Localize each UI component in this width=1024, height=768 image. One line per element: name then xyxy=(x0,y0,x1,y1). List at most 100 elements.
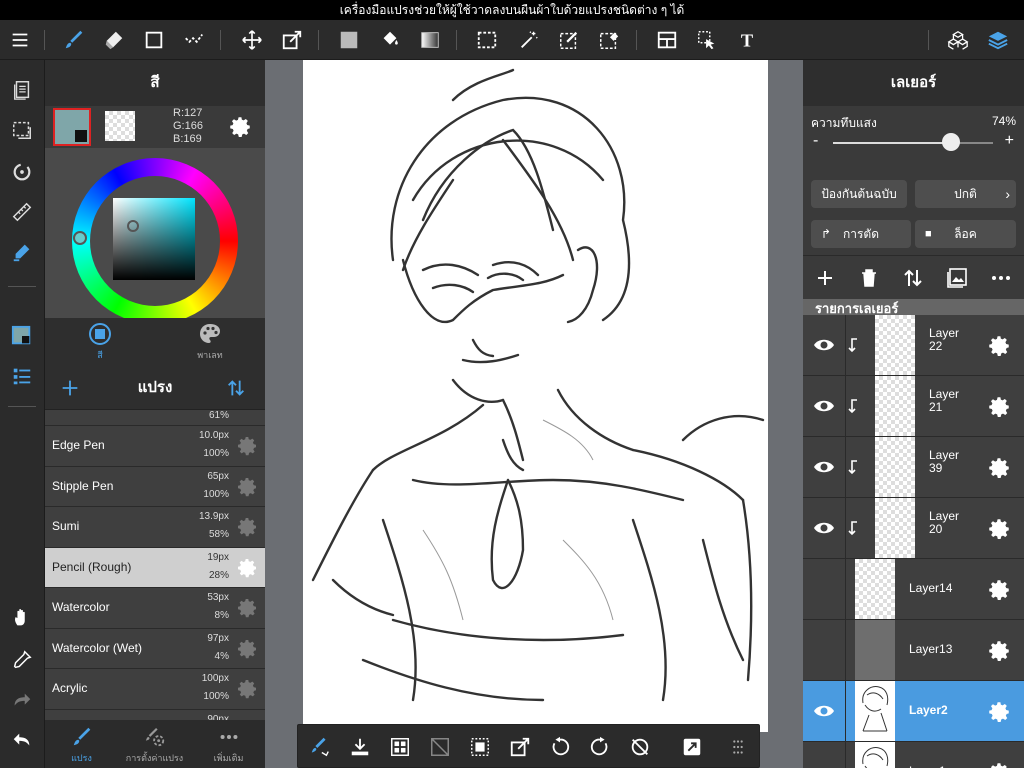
layer-row[interactable]: Layer 22 xyxy=(803,315,1024,376)
brush-row-partial[interactable]: 61% xyxy=(45,410,265,426)
sort-brushes-icon[interactable] xyxy=(225,377,247,399)
tab-brush[interactable]: แปรง xyxy=(45,720,118,768)
correction-pen-icon[interactable] xyxy=(178,24,210,56)
opacity-decrease-button[interactable]: - xyxy=(813,132,818,150)
brush-gear-icon[interactable] xyxy=(235,556,259,580)
layer-gear-icon[interactable] xyxy=(986,699,1012,725)
rotate-left-icon[interactable] xyxy=(546,733,574,761)
brush-row[interactable]: Acrylic 100px 100% xyxy=(45,669,265,710)
grip-handle-icon[interactable] xyxy=(724,733,752,761)
select-all-icon[interactable] xyxy=(466,733,494,761)
pages-icon[interactable] xyxy=(6,74,38,106)
select-eraser-icon[interactable] xyxy=(593,24,625,56)
layer-gear-icon[interactable] xyxy=(986,516,1012,542)
brush-gear-icon[interactable] xyxy=(235,515,259,539)
trash-icon[interactable] xyxy=(857,266,881,290)
eye-hidden-toggle[interactable] xyxy=(811,638,837,662)
layer-row[interactable]: Layer 39 xyxy=(803,437,1024,498)
brush-gear-icon[interactable] xyxy=(235,434,259,458)
lock-button[interactable]: ■ ล็อค xyxy=(915,220,1016,248)
layer-row[interactable]: Layer 21 xyxy=(803,376,1024,437)
clipping-button[interactable]: ↱ การตัด xyxy=(811,220,911,248)
sv-knob[interactable] xyxy=(127,220,139,232)
gradient-tool-icon[interactable] xyxy=(414,24,446,56)
grid-icon[interactable] xyxy=(386,733,414,761)
brush-tool-icon[interactable] xyxy=(58,24,90,56)
brush-gear-icon[interactable] xyxy=(235,637,259,661)
material-cubes-icon[interactable] xyxy=(942,24,974,56)
operation-tool-icon[interactable] xyxy=(691,24,723,56)
color-toggle-icon[interactable] xyxy=(6,320,38,352)
menu-icon[interactable] xyxy=(4,24,36,56)
eraser-tool-icon[interactable] xyxy=(98,24,130,56)
tab-palette[interactable]: พาเลท xyxy=(155,318,265,365)
layer-gear-icon[interactable] xyxy=(986,577,1012,603)
hand-icon[interactable] xyxy=(6,602,38,634)
add-layer-icon[interactable] xyxy=(813,266,837,290)
shape-tool-icon[interactable] xyxy=(138,24,170,56)
reset-rotation-icon[interactable] xyxy=(626,733,654,761)
fill-color-icon[interactable] xyxy=(333,24,365,56)
select-pen-icon[interactable] xyxy=(553,24,585,56)
layer-gear-icon[interactable] xyxy=(986,333,1012,359)
redo-icon[interactable] xyxy=(6,684,38,716)
eye-icon[interactable] xyxy=(811,455,837,479)
bucket-tool-icon[interactable] xyxy=(374,24,406,56)
layer-row[interactable]: Layer13 xyxy=(803,620,1024,681)
layer-row[interactable]: Layer2 xyxy=(803,681,1024,742)
more-options-icon[interactable] xyxy=(989,266,1013,290)
opacity-thumb[interactable] xyxy=(942,133,961,151)
transform-icon[interactable] xyxy=(506,733,534,761)
canvas-area[interactable] xyxy=(265,60,803,768)
snap-icon[interactable] xyxy=(6,156,38,188)
brush-row-partial[interactable]: 90px xyxy=(45,709,265,720)
layer-gear-icon[interactable] xyxy=(986,638,1012,664)
sub-color-swatch[interactable] xyxy=(105,111,135,141)
magic-wand-icon[interactable] xyxy=(513,24,545,56)
main-color-swatch[interactable] xyxy=(53,108,91,146)
brush-row[interactable]: Edge Pen 10.0px 100% xyxy=(45,426,265,467)
protect-alpha-button[interactable]: ป้องกันต้นฉบับ xyxy=(811,180,907,208)
eyedropper-icon[interactable] xyxy=(6,644,38,676)
eye-hidden-toggle[interactable] xyxy=(811,760,837,768)
layer-list-toggle-icon[interactable] xyxy=(6,360,38,392)
expand-canvas-icon[interactable] xyxy=(678,733,706,761)
hue-knob[interactable] xyxy=(73,231,87,245)
layer-row[interactable]: Layer1 xyxy=(803,742,1024,768)
pen-stabilizer-icon[interactable] xyxy=(6,236,38,268)
move-layer-icon[interactable] xyxy=(901,266,925,290)
blend-mode-button[interactable]: ปกติ › xyxy=(915,180,1016,208)
transform-tool-icon[interactable] xyxy=(276,24,308,56)
tab-brush-settings[interactable]: การตั้งค่าแปรง xyxy=(118,720,191,768)
layer-gear-icon[interactable] xyxy=(986,394,1012,420)
brush-row[interactable]: Stipple Pen 65px 100% xyxy=(45,466,265,507)
clear-layer-icon[interactable] xyxy=(426,733,454,761)
brush-gear-icon[interactable] xyxy=(235,475,259,499)
text-tool-icon[interactable]: T xyxy=(731,24,763,56)
move-tool-icon[interactable] xyxy=(236,24,268,56)
brush-row[interactable]: Sumi 13.9px 58% xyxy=(45,507,265,548)
color-settings-gear-icon[interactable] xyxy=(227,114,253,140)
brush-gear-icon[interactable] xyxy=(235,596,259,620)
save-download-icon[interactable] xyxy=(346,733,374,761)
eye-icon[interactable] xyxy=(811,333,837,357)
opacity-slider[interactable] xyxy=(833,142,993,144)
layer-row[interactable]: Layer 20 xyxy=(803,498,1024,559)
saturation-value-square[interactable] xyxy=(113,198,195,280)
brush-row[interactable]: Watercolor 53px 8% xyxy=(45,588,265,629)
brush-actions-icon[interactable] xyxy=(306,733,334,761)
selection-layer-icon[interactable] xyxy=(6,114,38,146)
layer-gear-icon[interactable] xyxy=(986,760,1012,768)
eye-icon[interactable] xyxy=(811,516,837,540)
layers-stack-icon[interactable] xyxy=(982,24,1014,56)
layer-gear-icon[interactable] xyxy=(986,455,1012,481)
eye-icon[interactable] xyxy=(811,394,837,418)
eye-hidden-toggle[interactable] xyxy=(811,577,837,601)
brush-row[interactable]: Pencil (Rough) 19px 28% xyxy=(45,547,265,588)
add-image-layer-icon[interactable] xyxy=(945,266,969,290)
tab-color[interactable]: สี xyxy=(45,318,155,365)
drawing-canvas[interactable] xyxy=(303,60,768,732)
tab-more[interactable]: เพิ่มเติม xyxy=(192,720,265,768)
eye-icon[interactable] xyxy=(811,699,837,723)
ruler-icon[interactable] xyxy=(6,196,38,228)
